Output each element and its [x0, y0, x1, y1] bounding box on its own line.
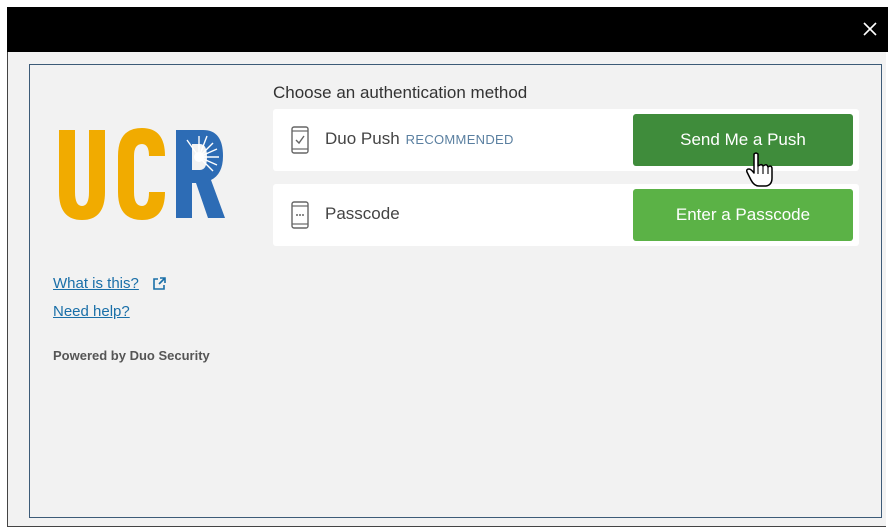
- ucr-logo: [59, 128, 225, 220]
- method-row-passcode: Passcode Enter a Passcode: [273, 184, 859, 246]
- phone-check-icon: [291, 126, 309, 154]
- auth-heading: Choose an authentication method: [273, 83, 528, 102]
- send-push-button[interactable]: Send Me a Push: [633, 114, 853, 166]
- window-titlebar: [7, 7, 888, 52]
- need-help-link[interactable]: Need help?: [53, 303, 130, 320]
- what-is-this-link[interactable]: What is this?: [53, 275, 139, 292]
- duo-push-label: Duo Push: [325, 129, 400, 148]
- phone-keypad-icon: [291, 201, 309, 229]
- external-link-icon[interactable]: [152, 277, 166, 291]
- close-icon[interactable]: [860, 19, 880, 39]
- powered-by-text: Powered by Duo Security: [53, 348, 210, 363]
- hand-cursor-icon: [746, 152, 773, 187]
- method-label-duo-push: Duo Push RECOMMENDED: [325, 129, 514, 149]
- passcode-label: Passcode: [325, 204, 400, 223]
- recommended-badge: RECOMMENDED: [405, 132, 514, 147]
- enter-passcode-button[interactable]: Enter a Passcode: [633, 189, 853, 241]
